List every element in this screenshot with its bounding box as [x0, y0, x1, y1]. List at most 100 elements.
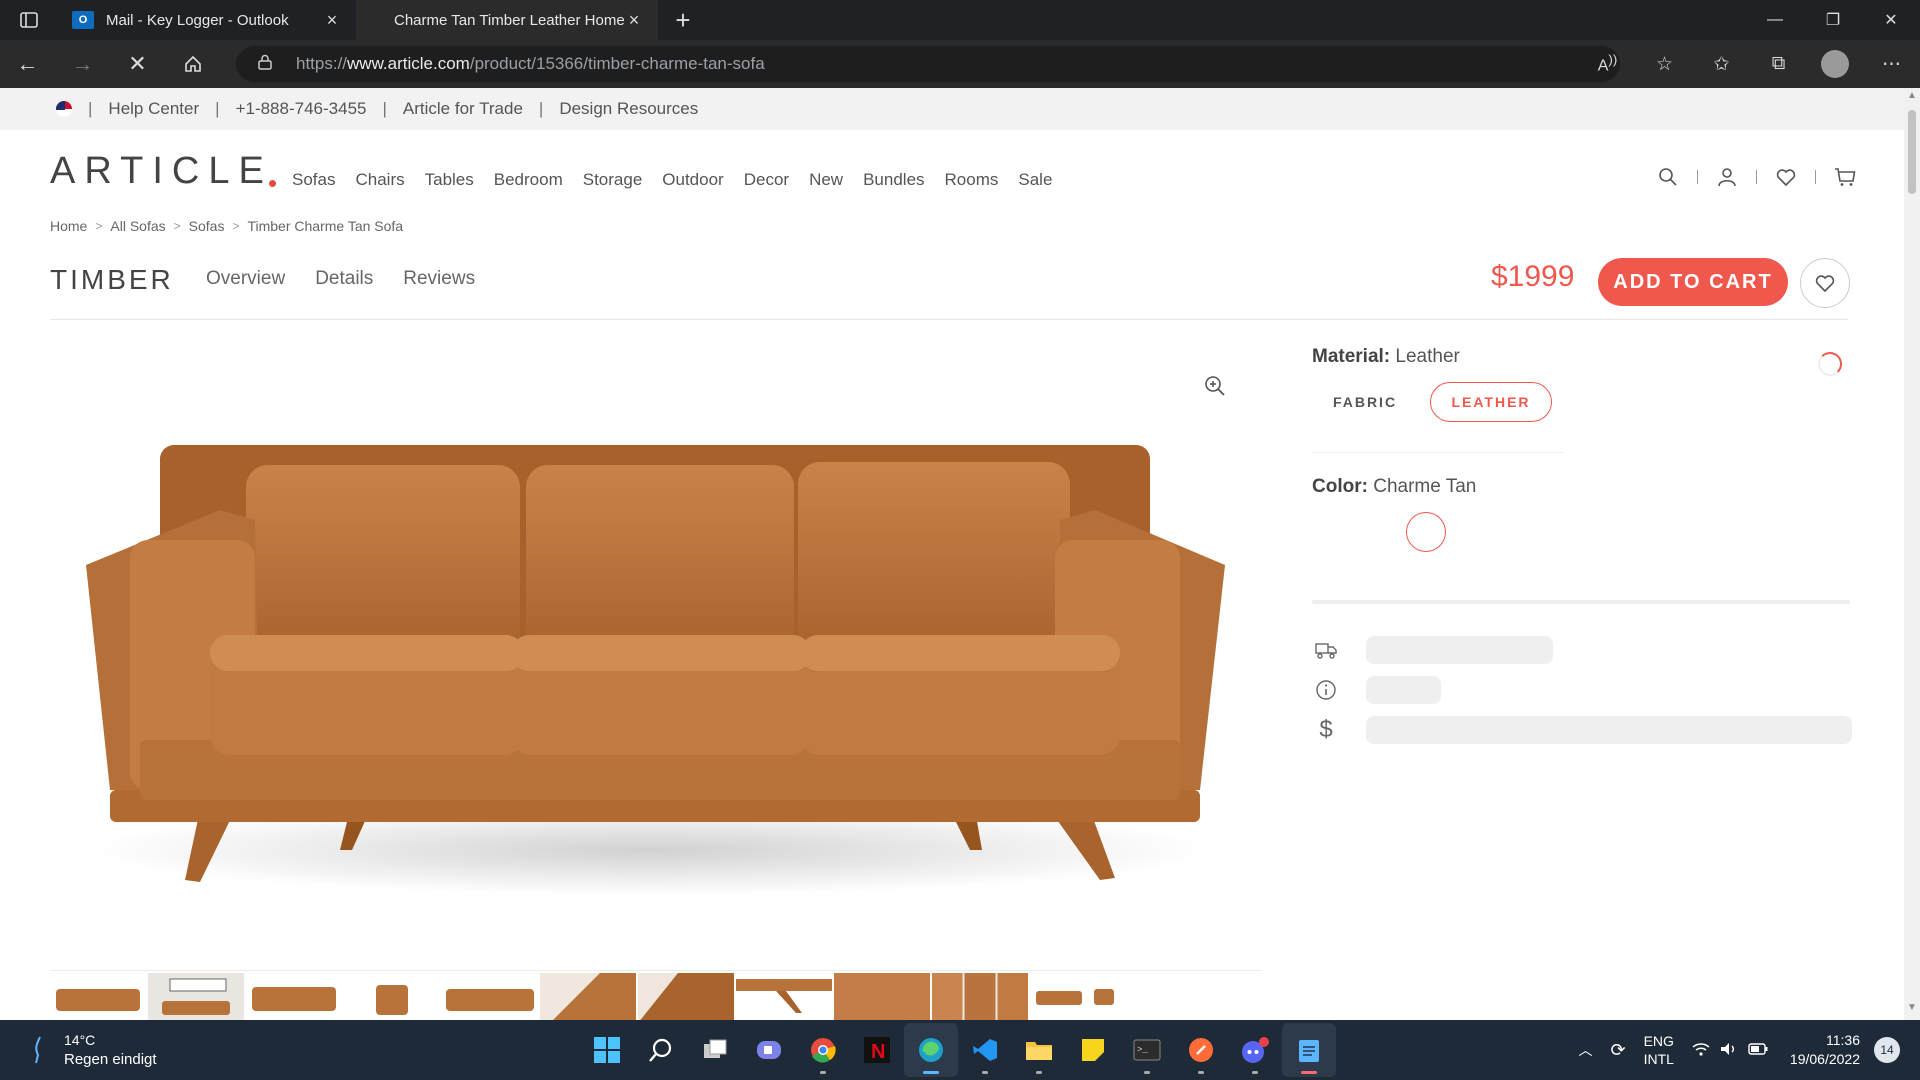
thumbnail[interactable]	[344, 973, 440, 1023]
thumbnail[interactable]	[148, 973, 244, 1023]
vscode-button[interactable]	[958, 1023, 1012, 1077]
breadcrumb-home[interactable]: Home	[50, 218, 87, 234]
teams-chat-button[interactable]	[742, 1023, 796, 1077]
collections-icon[interactable]: ⧉	[1750, 53, 1807, 75]
tab-actions-icon	[20, 12, 38, 28]
browser-tab-article[interactable]: Charme Tan Timber Leather Home ×	[356, 0, 658, 40]
thumbnail[interactable]	[932, 973, 1028, 1023]
close-tab-icon[interactable]: ×	[624, 10, 644, 31]
account-icon[interactable]	[1716, 166, 1738, 188]
page-scrollbar[interactable]: ▲ ▼	[1904, 88, 1920, 1020]
tab-overview[interactable]: Overview	[206, 268, 285, 290]
divider	[1312, 452, 1564, 453]
add-favorite-icon[interactable]: ☆	[1636, 53, 1693, 76]
product-image-sofa[interactable]	[50, 350, 1262, 950]
terminal-button[interactable]: >_	[1120, 1023, 1174, 1077]
read-aloud-icon[interactable]: A))	[1579, 52, 1636, 75]
discord-button[interactable]	[1228, 1023, 1282, 1077]
add-to-cart-button[interactable]: ADD TO CART	[1598, 258, 1788, 306]
nav-sofas[interactable]: Sofas	[292, 170, 335, 190]
phone-link[interactable]: +1-888-746-3455	[236, 99, 367, 119]
thumbnail[interactable]	[638, 973, 734, 1023]
close-tab-icon[interactable]: ×	[322, 10, 342, 31]
notepad-button[interactable]	[1282, 1023, 1336, 1077]
heart-icon[interactable]	[1775, 166, 1797, 188]
stop-loading-button[interactable]: ✕	[110, 40, 165, 88]
design-resources-link[interactable]: Design Resources	[559, 99, 698, 119]
scroll-up-icon[interactable]: ▲	[1904, 90, 1920, 106]
nav-new[interactable]: New	[809, 170, 843, 190]
help-center-link[interactable]: Help Center	[108, 99, 199, 119]
nav-decor[interactable]: Decor	[744, 170, 789, 190]
chrome-button[interactable]	[796, 1023, 850, 1077]
close-window-icon[interactable]: ✕	[1862, 0, 1920, 40]
wishlist-button[interactable]	[1800, 258, 1850, 308]
more-menu-icon[interactable]: ⋯	[1863, 53, 1920, 76]
breadcrumb-all-sofas[interactable]: All Sofas	[110, 218, 165, 234]
chrome-icon	[811, 1038, 836, 1063]
new-tab-button[interactable]: +	[658, 5, 708, 36]
thumbnail[interactable]	[246, 973, 342, 1023]
svg-text:N: N	[871, 1041, 885, 1063]
battery-icon[interactable]	[1748, 1042, 1768, 1058]
material-option-fabric[interactable]: FABRIC	[1312, 382, 1418, 422]
forward-button[interactable]: →	[55, 40, 110, 88]
address-field[interactable]: https://www.article.com/product/15366/ti…	[236, 46, 1620, 82]
tab-reviews[interactable]: Reviews	[403, 268, 475, 290]
nav-tables[interactable]: Tables	[425, 170, 474, 190]
favorites-icon[interactable]: ✩	[1693, 53, 1750, 76]
minimize-icon[interactable]: —	[1746, 0, 1804, 40]
site-logo[interactable]: ARTICLE	[50, 150, 273, 193]
color-swatch-charme-tan[interactable]	[1406, 512, 1446, 552]
volume-icon[interactable]	[1720, 1042, 1738, 1059]
scroll-down-icon[interactable]: ▼	[1904, 1002, 1920, 1018]
postman-button[interactable]	[1174, 1023, 1228, 1077]
search-taskbar-button[interactable]	[634, 1023, 688, 1077]
clock[interactable]: 11:36 19/06/2022	[1790, 1031, 1860, 1069]
thumbnail[interactable]	[834, 973, 930, 1023]
nav-chairs[interactable]: Chairs	[355, 170, 404, 190]
task-view-button[interactable]	[688, 1023, 742, 1077]
search-icon[interactable]	[1657, 166, 1679, 188]
notification-badge[interactable]: 14	[1874, 1037, 1900, 1063]
thumbnail[interactable]	[1030, 973, 1126, 1023]
home-button[interactable]	[165, 40, 220, 88]
file-explorer-button[interactable]	[1012, 1023, 1066, 1077]
thumbnail[interactable]	[442, 973, 538, 1023]
sticky-notes-button[interactable]	[1066, 1023, 1120, 1077]
language-indicator[interactable]: ENG INTL	[1644, 1032, 1674, 1068]
us-flag-icon[interactable]	[56, 101, 72, 117]
back-button[interactable]: ←	[0, 40, 55, 88]
start-button[interactable]	[580, 1023, 634, 1077]
weather-widget[interactable]: 14°C Regen eindigt	[30, 1030, 157, 1070]
color-label: Color: Charme Tan	[1312, 476, 1477, 497]
restore-icon[interactable]: ❐	[1804, 0, 1862, 40]
tab-actions-button[interactable]	[0, 0, 58, 40]
nav-bundles[interactable]: Bundles	[863, 170, 924, 190]
weather-temp: 14°C	[64, 1032, 96, 1048]
wifi-icon[interactable]	[1692, 1042, 1710, 1059]
nav-storage[interactable]: Storage	[583, 170, 643, 190]
scroll-thumb[interactable]	[1908, 110, 1916, 194]
nav-rooms[interactable]: Rooms	[945, 170, 999, 190]
tab-details[interactable]: Details	[315, 268, 373, 290]
thumbnail[interactable]	[736, 973, 832, 1023]
cart-icon[interactable]	[1834, 166, 1856, 188]
thumbnail[interactable]	[50, 973, 146, 1023]
material-option-leather[interactable]: LEATHER	[1430, 382, 1552, 422]
sync-icon[interactable]: ⟳	[1610, 1040, 1625, 1061]
edge-button[interactable]	[904, 1023, 958, 1077]
profile-avatar[interactable]	[1821, 50, 1849, 78]
netflix-icon: N	[864, 1037, 890, 1063]
financing-info-row: $	[1312, 716, 1852, 744]
netflix-button[interactable]: N	[850, 1023, 904, 1077]
zoom-in-icon[interactable]	[1204, 375, 1226, 402]
nav-bedroom[interactable]: Bedroom	[494, 170, 563, 190]
breadcrumb-sofas[interactable]: Sofas	[189, 218, 225, 234]
trade-link[interactable]: Article for Trade	[403, 99, 523, 119]
chevron-up-icon[interactable]: ︿	[1578, 1040, 1592, 1060]
thumbnail[interactable]	[540, 973, 636, 1023]
nav-sale[interactable]: Sale	[1018, 170, 1052, 190]
browser-tab-outlook[interactable]: O Mail - Key Logger - Outlook ×	[58, 0, 356, 40]
nav-outdoor[interactable]: Outdoor	[662, 170, 723, 190]
